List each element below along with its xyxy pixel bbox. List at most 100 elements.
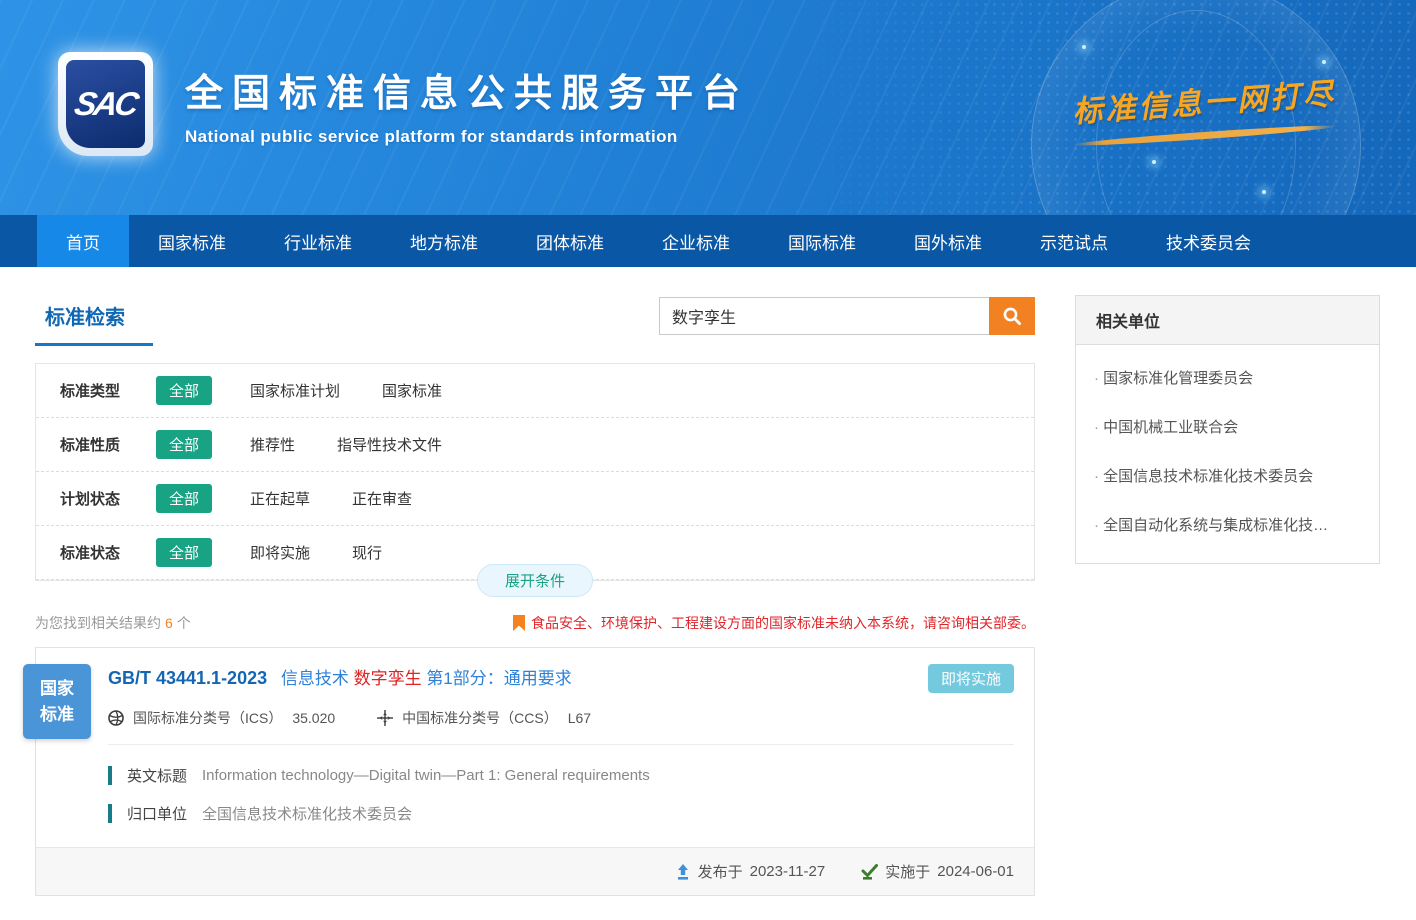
compass-icon — [377, 710, 393, 726]
ccs-label: 中国标准分类号（CCS） — [402, 708, 558, 728]
glow-dot-decor — [1082, 45, 1086, 49]
site-title: 全国标准信息公共服务平台 — [185, 62, 749, 117]
brand-text: 全国标准信息公共服务平台 National public service pla… — [185, 62, 749, 147]
filter-label: 计划状态 — [60, 488, 156, 509]
nav-item-pilot-programs[interactable]: 示范试点 — [1011, 215, 1137, 267]
related-unit-link[interactable]: 全国自动化系统与集成标准化技… — [1094, 500, 1361, 549]
standard-title-link[interactable]: GB/T 43441.1-2023 信息技术 数字孪生 第1部分：通用要求 — [108, 664, 572, 689]
system-notice: 食品安全、环境保护、工程建设方面的国家标准未纳入本系统，请咨询相关部委。 — [513, 613, 1035, 633]
filter-all-button[interactable]: 全部 — [156, 484, 212, 513]
nav-item-enterprise-standards[interactable]: 企业标准 — [633, 215, 759, 267]
badge-line: 标准 — [40, 702, 74, 728]
related-unit-link[interactable]: 国家标准化管理委员会 — [1094, 353, 1361, 402]
filter-option[interactable]: 指导性技术文件 — [337, 434, 442, 455]
publish-icon — [675, 864, 691, 880]
search-button[interactable] — [989, 297, 1035, 335]
results-summary-suffix: 个 — [177, 615, 191, 631]
search-input[interactable] — [659, 297, 989, 335]
sac-logo-text: SAC — [72, 85, 139, 123]
filter-all-button[interactable]: 全部 — [156, 538, 212, 567]
related-unit-link[interactable]: 中国机械工业联合会 — [1094, 402, 1361, 451]
badge-line: 国家 — [40, 676, 74, 702]
implement-label: 实施于 — [885, 861, 930, 882]
filter-option[interactable]: 国家标准 — [382, 380, 442, 401]
filter-all-button[interactable]: 全部 — [156, 430, 212, 459]
slogan: 标准信息一网打尽 — [1054, 78, 1354, 139]
nav-item-group-standards[interactable]: 团体标准 — [507, 215, 633, 267]
classification-row: 国际标准分类号（ICS） 35.020 中国标准分类号（CCS） L67 — [108, 708, 1014, 745]
related-unit-link[interactable]: 全国信息技术标准化技术委员会 — [1094, 451, 1361, 500]
filter-label: 标准状态 — [60, 542, 156, 563]
field-value: Information technology—Digital twin—Part… — [202, 767, 650, 784]
publish-date-value: 2023-11-27 — [750, 863, 826, 880]
ics-label: 国际标准分类号（ICS） — [133, 708, 282, 728]
filter-option[interactable]: 推荐性 — [250, 434, 295, 455]
field-value: 全国信息技术标准化技术委员会 — [202, 803, 412, 824]
page: SAC 全国标准信息公共服务平台 National public service… — [0, 0, 1416, 920]
glow-dot-decor — [1152, 160, 1156, 164]
content: 标准检索 标准类型 全部 国家标准计划 国家标准 — [0, 267, 1416, 920]
glow-dot-decor — [1322, 60, 1326, 64]
filter-all-button[interactable]: 全部 — [156, 376, 212, 405]
implement-icon — [861, 864, 878, 880]
ics-value: 35.020 — [292, 710, 335, 726]
filter-row-standard-type: 标准类型 全部 国家标准计划 国家标准 — [36, 364, 1034, 418]
site-header: SAC 全国标准信息公共服务平台 National public service… — [0, 0, 1416, 215]
nav-item-local-standards[interactable]: 地方标准 — [381, 215, 507, 267]
status-badge: 即将实施 — [928, 664, 1014, 693]
filter-panel: 标准类型 全部 国家标准计划 国家标准 标准性质 全部 推荐性 指导性技术文件 … — [35, 363, 1035, 581]
field-label: 英文标题 — [127, 765, 187, 786]
field-bar-decor — [108, 766, 112, 785]
filter-option[interactable]: 即将实施 — [250, 542, 310, 563]
card-body: GB/T 43441.1-2023 信息技术 数字孪生 第1部分：通用要求 即将… — [36, 648, 1034, 847]
filter-row-standard-nature: 标准性质 全部 推荐性 指导性技术文件 — [36, 418, 1034, 472]
filter-option[interactable]: 正在审查 — [352, 488, 412, 509]
glow-dot-decor — [1262, 190, 1266, 194]
related-units-panel: 相关单位 国家标准化管理委员会 中国机械工业联合会 全国信息技术标准化技术委员会… — [1075, 295, 1380, 564]
main-column: 标准检索 标准类型 全部 国家标准计划 国家标准 — [35, 295, 1035, 896]
system-notice-text: 食品安全、环境保护、工程建设方面的国家标准未纳入本系统，请咨询相关部委。 — [531, 613, 1035, 633]
field-english-title: 英文标题 Information technology—Digital twin… — [108, 765, 1014, 786]
sac-logo-inner: SAC — [66, 60, 145, 148]
globe-icon — [108, 710, 124, 726]
main-nav: 首页 国家标准 行业标准 地方标准 团体标准 企业标准 国际标准 国外标准 示范… — [0, 215, 1416, 267]
sidebar: 相关单位 国家标准化管理委员会 中国机械工业联合会 全国信息技术标准化技术委员会… — [1075, 295, 1380, 564]
slogan-text: 标准信息一网打尽 — [1053, 68, 1355, 133]
filter-option[interactable]: 现行 — [352, 542, 382, 563]
standard-title-part: 第1部分：通用要求 — [426, 669, 571, 688]
results-count: 6 — [165, 615, 173, 631]
nav-item-international-standards[interactable]: 国际标准 — [759, 215, 885, 267]
related-units-list: 国家标准化管理委员会 中国机械工业联合会 全国信息技术标准化技术委员会 全国自动… — [1076, 345, 1379, 563]
field-responsible-unit: 归口单位 全国信息技术标准化技术委员会 — [108, 803, 1014, 824]
card-fields: 英文标题 Information technology—Digital twin… — [108, 745, 1014, 845]
filter-label: 标准类型 — [60, 380, 156, 401]
field-bar-decor — [108, 804, 112, 823]
ccs-value: L67 — [568, 710, 591, 726]
filter-option[interactable]: 正在起草 — [250, 488, 310, 509]
search-box — [659, 297, 1035, 335]
standard-code: GB/T 43441.1-2023 — [108, 668, 267, 688]
nav-item-technical-committees[interactable]: 技术委员会 — [1137, 215, 1280, 267]
search-section: 标准检索 — [35, 295, 1035, 346]
card-head: GB/T 43441.1-2023 信息技术 数字孪生 第1部分：通用要求 即将… — [108, 664, 1014, 693]
brand: SAC 全国标准信息公共服务平台 National public service… — [58, 52, 749, 156]
filter-row-plan-status: 计划状态 全部 正在起草 正在审查 — [36, 472, 1034, 526]
nav-item-foreign-standards[interactable]: 国外标准 — [885, 215, 1011, 267]
nav-item-home[interactable]: 首页 — [37, 215, 129, 267]
nav-item-national-standards[interactable]: 国家标准 — [129, 215, 255, 267]
filter-option[interactable]: 国家标准计划 — [250, 380, 340, 401]
expand-conditions-button[interactable]: 展开条件 — [477, 564, 593, 597]
results-bar: 为您找到相关结果约6个 食品安全、环境保护、工程建设方面的国家标准未纳入本系统，… — [35, 613, 1035, 633]
implement-date-value: 2024-06-01 — [937, 863, 1014, 880]
publish-date: 发布于 2023-11-27 — [675, 861, 826, 882]
bookmark-icon — [513, 615, 525, 631]
standard-card: 国家 标准 GB/T 43441.1-2023 信息技术 数字孪生 第1部分：通… — [35, 647, 1035, 896]
nav-item-industry-standards[interactable]: 行业标准 — [255, 215, 381, 267]
sac-logo[interactable]: SAC — [58, 52, 153, 156]
results-summary-prefix: 为您找到相关结果约 — [35, 615, 161, 631]
related-units-title: 相关单位 — [1076, 296, 1379, 345]
standard-title-highlight: 数字孪生 — [354, 669, 422, 688]
standard-type-badge: 国家 标准 — [23, 664, 91, 739]
publish-label: 发布于 — [698, 861, 743, 882]
standard-title-part: 信息技术 — [281, 669, 349, 688]
